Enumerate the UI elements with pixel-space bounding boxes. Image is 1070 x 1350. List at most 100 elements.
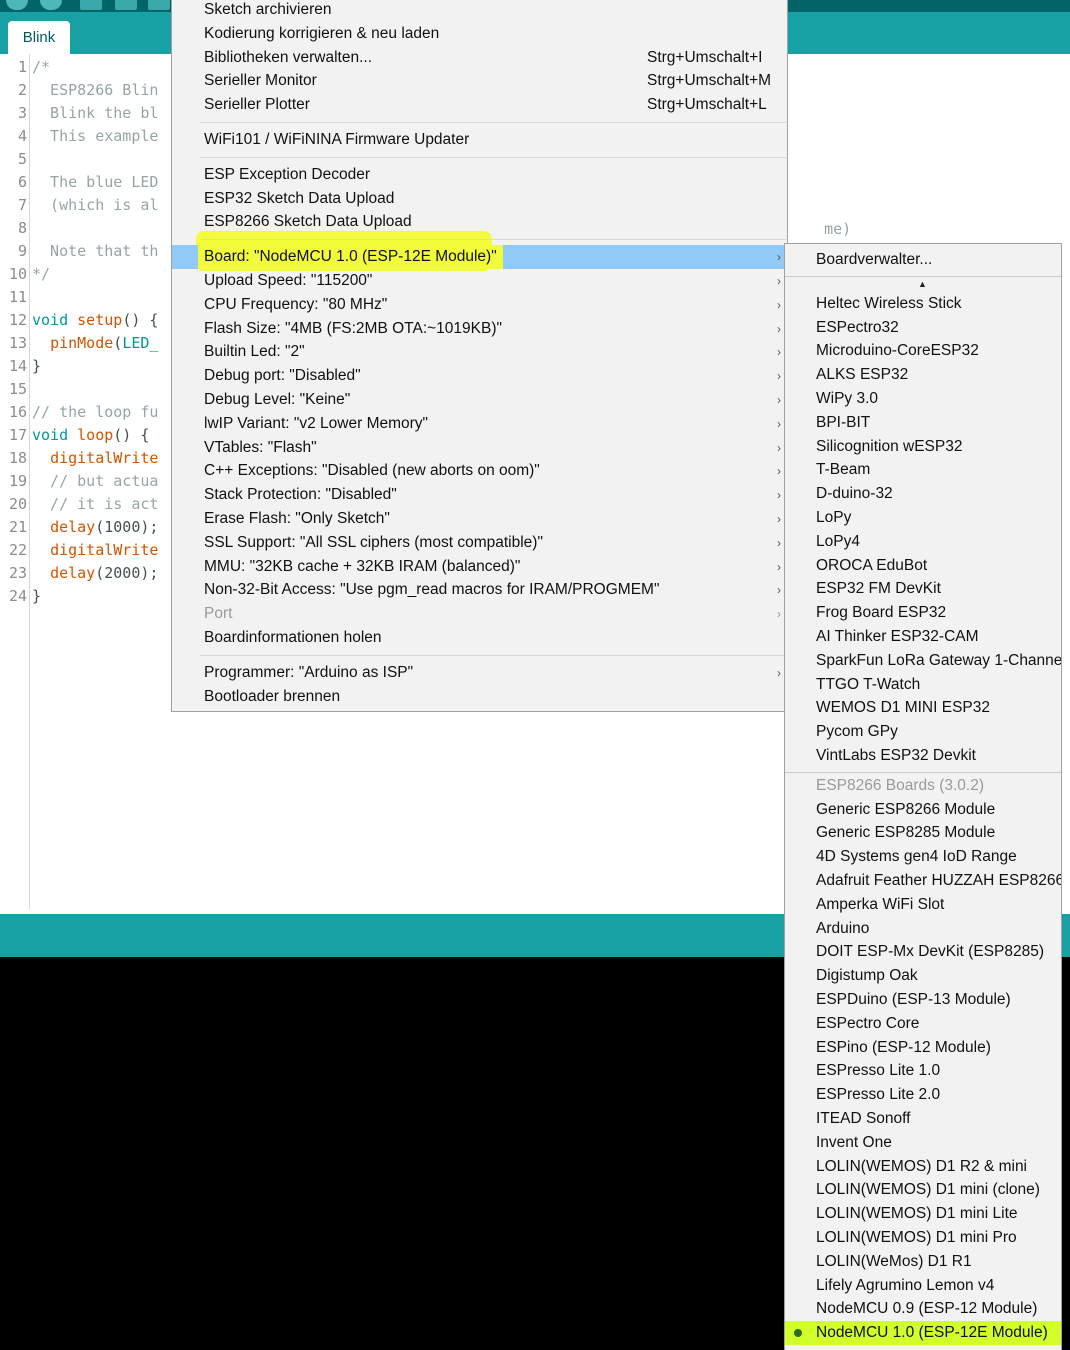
board-item-espresso-lite-1-0[interactable]: ESPresso Lite 1.0 (785, 1059, 1061, 1083)
menu-item-esp8266-sketch-data-upload[interactable]: ESP8266 Sketch Data Upload (172, 210, 787, 234)
board-item-lolin-wemos-d1-mini-pro[interactable]: LOLIN(WEMOS) D1 mini Pro (785, 1226, 1061, 1250)
board-item-t-beam[interactable]: T-Beam (785, 458, 1061, 482)
menu-item-bibliotheken-verwalten[interactable]: Bibliotheken verwalten... Strg+Umschalt+I (172, 46, 787, 70)
submenu-arrow-icon: › (777, 665, 781, 680)
board-item-ttgo-t-watch[interactable]: TTGO T-Watch (785, 673, 1061, 697)
board-item-lopy[interactable]: LoPy (785, 506, 1061, 530)
save-sketch-button[interactable] (148, 0, 170, 10)
board-item-adafruit-feather-huzzah-esp8266[interactable]: Adafruit Feather HUZZAH ESP8266 (785, 869, 1061, 893)
board-item-itead-sonoff[interactable]: ITEAD Sonoff (785, 1107, 1061, 1131)
board-item-lolin-wemos-d1-r1[interactable]: LOLIN(WeMos) D1 R1 (785, 1250, 1061, 1274)
menu-item-non-32-bit-access-use-pgm-read-macros-for-iram-p[interactable]: Non-32-Bit Access: "Use pgm_read macros … (172, 578, 787, 602)
menu-item-programmer-arduino-as-isp[interactable]: Programmer: "Arduino as ISP" › (172, 661, 787, 685)
board-item-espectro32[interactable]: ESPectro32 (785, 316, 1061, 340)
board-item-doit-esp-mx-devkit-esp8285[interactable]: DOIT ESP-Mx DevKit (ESP8285) (785, 940, 1061, 964)
board-item-label: NodeMCU 0.9 (ESP-12 Module) (816, 1300, 1038, 1318)
menu-item-boardinformationen-holen[interactable]: Boardinformationen holen (172, 626, 787, 650)
code-token: (which is al (32, 196, 159, 214)
line-number: 6 (17, 173, 27, 191)
code-line: 17 void loop() { (0, 424, 170, 447)
tab-blink[interactable]: Blink (8, 21, 70, 54)
board-item-vintlabs-esp32-devkit[interactable]: VintLabs ESP32 Devkit (785, 744, 1061, 768)
board-item-espresso-lite-2-0[interactable]: ESPresso Lite 2.0 (785, 1083, 1061, 1107)
scroll-up-arrow-icon[interactable]: ▲ (918, 279, 927, 289)
board-item-generic-esp8285-module[interactable]: Generic ESP8285 Module (785, 821, 1061, 845)
menu-item-stack-protection-disabled[interactable]: Stack Protection: "Disabled" › (172, 483, 787, 507)
board-item-lolin-wemos-d1-mini-clone[interactable]: LOLIN(WEMOS) D1 mini (clone) (785, 1178, 1061, 1202)
board-item-generic-esp8266-module[interactable]: Generic ESP8266 Module (785, 798, 1061, 822)
menu-item-erase-flash-only-sketch[interactable]: Erase Flash: "Only Sketch" › (172, 507, 787, 531)
menu-item-label: ESP Exception Decoder (204, 165, 371, 183)
board-item-label: ITEAD Sonoff (816, 1110, 911, 1127)
menu-item-upload-speed-115200[interactable]: Upload Speed: "115200" › (172, 269, 787, 293)
board-item-label: T-Beam (816, 461, 871, 479)
board-item-d-duino-32[interactable]: D-duino-32 (785, 482, 1061, 506)
board-item-heltec-wireless-stick[interactable]: Heltec Wireless Stick (785, 292, 1061, 316)
menu-item-kodierung-korrigieren-neu-laden[interactable]: Kodierung korrigieren & neu laden (172, 22, 787, 46)
board-item-nodemcu-0-9-esp-12-module[interactable]: NodeMCU 0.9 (ESP-12 Module) (785, 1297, 1061, 1321)
board-item-microduino-coreesp32[interactable]: Microduino-CoreESP32 (785, 339, 1061, 363)
board-item-esp32-fm-devkit[interactable]: ESP32 FM DevKit (785, 577, 1061, 601)
menu-item-vtables-flash[interactable]: VTables: "Flash" › (172, 436, 787, 460)
board-item-alks-esp32[interactable]: ALKS ESP32 (785, 363, 1061, 387)
menu-item-serieller-monitor[interactable]: Serieller Monitor Strg+Umschalt+M (172, 69, 787, 93)
menu-item-esp-exception-decoder[interactable]: ESP Exception Decoder (172, 163, 787, 187)
code-text: } (32, 355, 41, 378)
board-item-digistump-oak[interactable]: Digistump Oak (785, 964, 1061, 988)
board-item-espectro-core[interactable]: ESPectro Core (785, 1012, 1061, 1036)
verify-button[interactable] (6, 0, 28, 10)
code-text: // it is act (32, 493, 158, 516)
board-item-wemos-d1-mini-esp32[interactable]: WEMOS D1 MINI ESP32 (785, 696, 1061, 720)
board-item-lolin-wemos-d1-mini-lite[interactable]: LOLIN(WEMOS) D1 mini Lite (785, 1202, 1061, 1226)
menu-item-label: Serieller Monitor (204, 72, 317, 90)
upload-button[interactable] (40, 0, 62, 10)
menu-item-label: Programmer: "Arduino as ISP" (204, 663, 414, 681)
board-item-amperka-wifi-slot[interactable]: Amperka WiFi Slot (785, 893, 1061, 917)
board-item-invent-one[interactable]: Invent One (785, 1131, 1061, 1155)
board-item-arduino[interactable]: Arduino (785, 917, 1061, 941)
board-item-frog-board-esp32[interactable]: Frog Board ESP32 (785, 601, 1061, 625)
menu-item-lwip-variant-v2-lower-memory[interactable]: lwIP Variant: "v2 Lower Memory" › (172, 412, 787, 436)
menu-item-builtin-led-2[interactable]: Builtin Led: "2" › (172, 340, 787, 364)
code-line: 5 (0, 148, 170, 171)
board-item-lifely-agrumino-lemon-v4[interactable]: Lifely Agrumino Lemon v4 (785, 1274, 1061, 1298)
menu-item-ssl-support-all-ssl-ciphers-most-compatible[interactable]: SSL Support: "All SSL ciphers (most comp… (172, 531, 787, 555)
board-item-pycom-gpy[interactable]: Pycom GPy (785, 720, 1061, 744)
menu-item-debug-level-keine[interactable]: Debug Level: "Keine" › (172, 388, 787, 412)
board-item-label: DOIT ESP-Mx DevKit (ESP8285) (816, 943, 1044, 961)
board-item-espduino-esp-13-module[interactable]: ESPDuino (ESP-13 Module) (785, 988, 1061, 1012)
board-item-nodemcu-1-0-esp-12e-module[interactable]: NodeMCU 1.0 (ESP-12E Module) (785, 1321, 1061, 1346)
menu-item-board-nodemcu-1-0-esp-12e-module[interactable]: Board: "NodeMCU 1.0 (ESP-12E Module)" › (172, 245, 787, 270)
submenu-arrow-icon: › (777, 416, 781, 431)
menu-item-serieller-plotter[interactable]: Serieller Plotter Strg+Umschalt+L (172, 93, 787, 117)
board-item-boardverwalter[interactable]: Boardverwalter... (785, 248, 1061, 272)
menu-item-debug-port-disabled[interactable]: Debug port: "Disabled" › (172, 364, 787, 388)
board-item-silicognition-wesp32[interactable]: Silicognition wESP32 (785, 435, 1061, 459)
board-item-lopy4[interactable]: LoPy4 (785, 530, 1061, 554)
board-item-bpi-bit[interactable]: BPI-BIT (785, 411, 1061, 435)
menu-item-sketch-archivieren[interactable]: Sketch archivieren (172, 0, 787, 22)
menu-item-cpu-frequency-80-mhz[interactable]: CPU Frequency: "80 MHz" › (172, 293, 787, 317)
code-line: 14} (0, 355, 170, 378)
line-number: 1 (17, 58, 27, 76)
menu-item-flash-size-4mb-fs-2mb-ota-1019kb[interactable]: Flash Size: "4MB (FS:2MB OTA:~1019KB)" › (172, 317, 787, 341)
menu-item-c-exceptions-disabled-new-aborts-on-oom[interactable]: C++ Exceptions: "Disabled (new aborts on… (172, 459, 787, 483)
board-item-ai-thinker-esp32-cam[interactable]: AI Thinker ESP32-CAM (785, 625, 1061, 649)
board-item-oroca-edubot[interactable]: OROCA EduBot (785, 554, 1061, 578)
board-item-label: Boardverwalter... (816, 251, 933, 268)
line-number: 10 (8, 265, 27, 283)
board-item-espino-esp-12-module[interactable]: ESPino (ESP-12 Module) (785, 1036, 1061, 1060)
board-item-lolin-wemos-d1-r2-mini[interactable]: LOLIN(WEMOS) D1 R2 & mini (785, 1155, 1061, 1179)
board-item-label: LOLIN(WEMOS) D1 R2 & mini (816, 1157, 1028, 1175)
menu-item-bootloader-brennen[interactable]: Bootloader brennen (172, 685, 787, 709)
new-sketch-button[interactable] (80, 0, 102, 10)
board-item-4d-systems-gen4-iod-range[interactable]: 4D Systems gen4 IoD Range (785, 845, 1061, 869)
menu-item-esp32-sketch-data-upload[interactable]: ESP32 Sketch Data Upload (172, 187, 787, 211)
board-item-wipy-3-0[interactable]: WiPy 3.0 (785, 387, 1061, 411)
menu-item-wifi101-wifinina-firmware-updater[interactable]: WiFi101 / WiFiNINA Firmware Updater (172, 128, 787, 152)
open-sketch-button[interactable] (115, 0, 137, 10)
board-item-sparkfun-lora-gateway-1-channel[interactable]: SparkFun LoRa Gateway 1-Channel (785, 649, 1061, 673)
menu-item-mmu-32kb-cache-32kb-iram-balanced[interactable]: MMU: "32KB cache + 32KB IRAM (balanced)"… (172, 555, 787, 579)
